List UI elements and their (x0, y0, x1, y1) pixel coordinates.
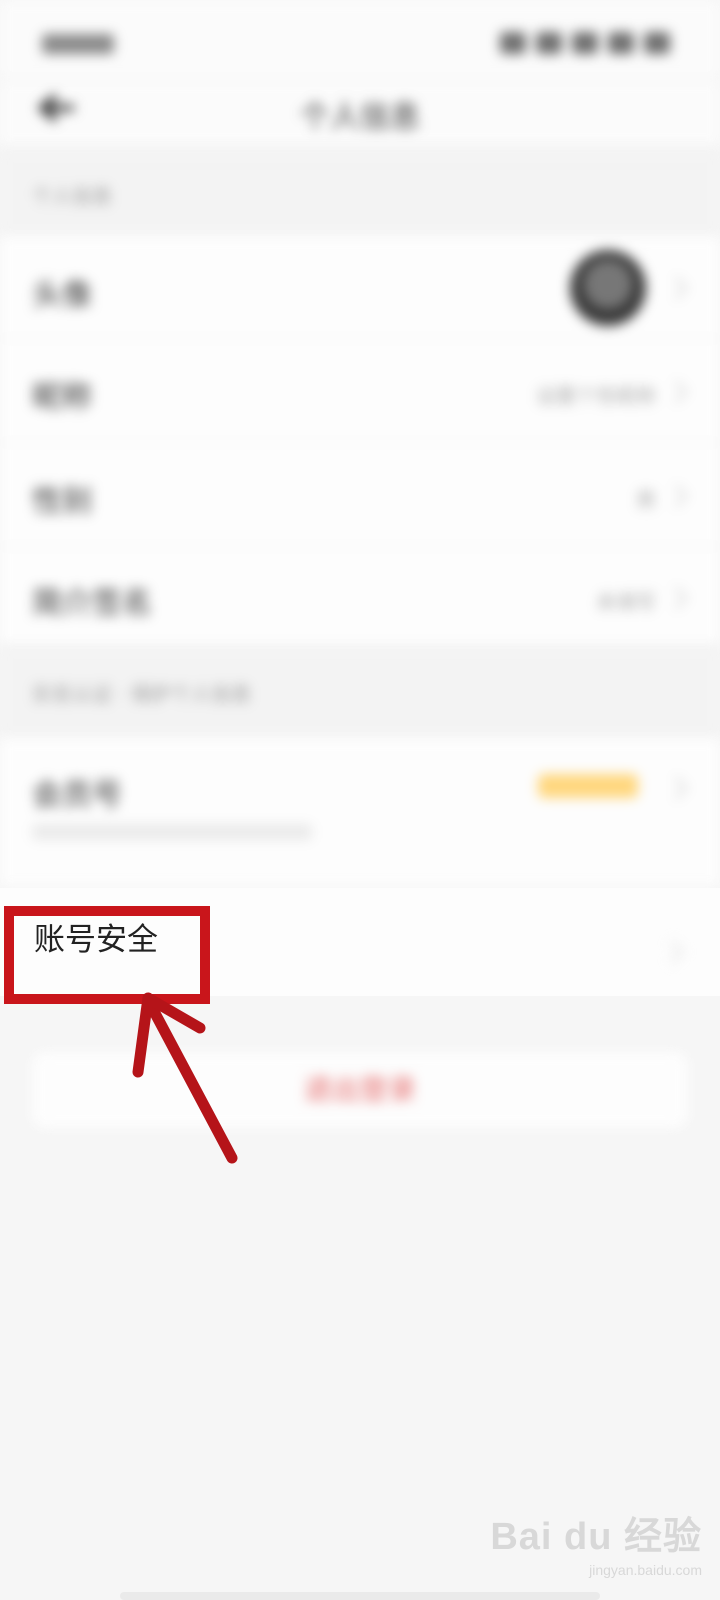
row-bio[interactable]: 简介签名 未填写 (0, 546, 720, 646)
status-badge (538, 774, 638, 798)
signal-icon (536, 32, 562, 54)
row-nickname[interactable]: 昵称 设置个性昵称 (0, 338, 720, 443)
page-title: 个人信息 (300, 100, 420, 135)
avatar (570, 250, 646, 326)
section-header-verification: 实名认证 · 保护个人信息 (0, 646, 720, 738)
row-avatar[interactable]: 头像 (0, 236, 720, 339)
chevron-right-icon (664, 586, 688, 610)
row-member[interactable]: 会员号 (0, 738, 720, 887)
battery-percent-icon (644, 32, 670, 54)
notification-icon (500, 32, 526, 54)
membership-list: 会员号 (0, 738, 720, 888)
annotation-arrow-icon (132, 992, 238, 1164)
chevron-right-icon (664, 380, 688, 404)
home-indicator (120, 1592, 600, 1600)
row-gender[interactable]: 性别 男 (0, 442, 720, 547)
baidu-jingyan-watermark: Bai du 经验 jingyan.baidu.com (490, 1516, 702, 1578)
section-header-personal: 个人信息 (0, 150, 720, 236)
personal-info-list: 头像 昵称 设置个性昵称 性别 男 简介签名 未填写 (0, 236, 720, 646)
system-icons (500, 32, 670, 54)
member-subtitle (32, 824, 312, 840)
wifi-icon (572, 32, 598, 54)
chevron-right-icon (664, 776, 688, 800)
battery-icon (608, 32, 634, 54)
status-time (42, 34, 114, 54)
chevron-right-icon (664, 484, 688, 508)
chevron-right-icon (664, 276, 688, 300)
status-bar (0, 0, 720, 80)
